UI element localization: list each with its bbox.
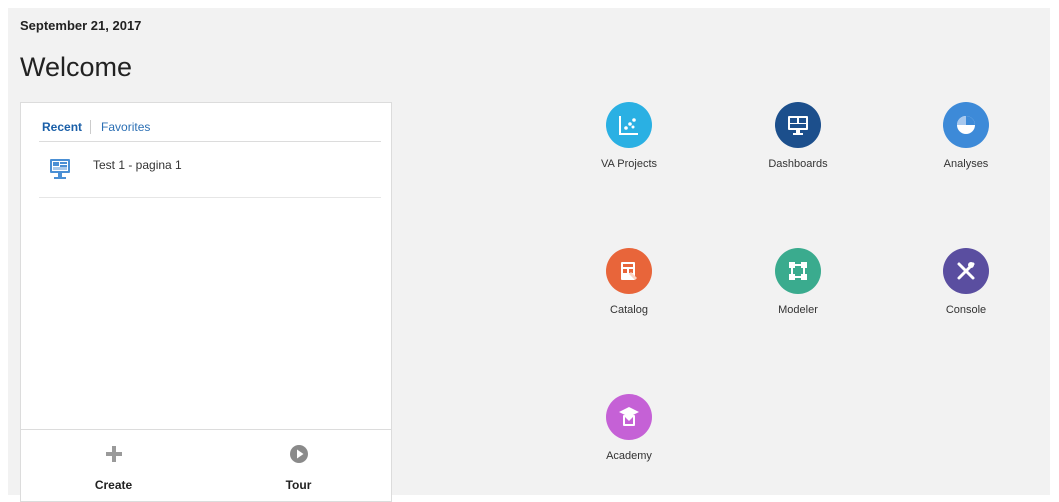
create-button[interactable]: Create: [21, 430, 206, 502]
tab-divider: [39, 141, 381, 142]
modeler-icon: [775, 248, 821, 294]
tile-va-projects[interactable]: VA Projects: [569, 102, 689, 182]
dashboard-icon: [49, 157, 70, 179]
tile-academy[interactable]: Academy: [569, 394, 689, 474]
tile-dashboards[interactable]: Dashboards: [738, 102, 858, 182]
tour-button[interactable]: Tour: [206, 430, 391, 502]
plus-icon: [21, 444, 206, 464]
panel-tabs: Recent Favorites: [42, 120, 150, 134]
panel-footer: Create Tour: [21, 429, 391, 502]
tile-label: Modeler: [778, 304, 818, 316]
tile-label: Console: [945, 304, 987, 316]
current-date: September 21, 2017: [20, 18, 142, 33]
tile-label: Dashboards: [768, 158, 828, 170]
list-item-label: Test 1 - pagina 1: [93, 158, 182, 172]
tile-label: Analyses: [943, 158, 989, 170]
tab-recent[interactable]: Recent: [42, 120, 82, 134]
home-page: September 21, 2017 Welcome Recent Favorit…: [8, 8, 1050, 502]
scatter-chart-icon: [606, 102, 652, 148]
tools-icon: [943, 248, 989, 294]
tile-label: Academy: [606, 450, 652, 462]
tab-favorites[interactable]: Favorites: [90, 120, 150, 134]
play-icon: [206, 444, 391, 464]
tile-analyses[interactable]: Analyses: [906, 102, 1026, 182]
tile-label: Catalog: [610, 304, 648, 316]
catalog-icon: [606, 248, 652, 294]
academy-icon: [606, 394, 652, 440]
recent-panel: Recent Favorites Test 1 - pagina 1 Creat…: [20, 102, 392, 502]
monitor-icon: [775, 102, 821, 148]
tile-console[interactable]: Console: [906, 248, 1026, 328]
list-item[interactable]: Test 1 - pagina 1: [49, 155, 379, 195]
pie-chart-icon: [943, 102, 989, 148]
tour-label: Tour: [285, 478, 312, 492]
create-label: Create: [94, 478, 133, 492]
tile-label: VA Projects: [600, 158, 658, 170]
tile-modeler[interactable]: Modeler: [738, 248, 858, 328]
page-title: Welcome: [20, 52, 133, 82]
tile-catalog[interactable]: Catalog: [569, 248, 689, 328]
list-divider: [39, 197, 381, 198]
